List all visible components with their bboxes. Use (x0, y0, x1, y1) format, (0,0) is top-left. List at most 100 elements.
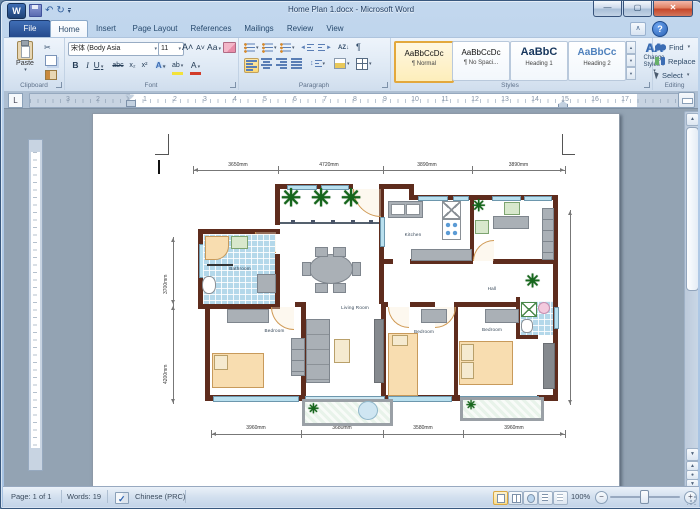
underline-button[interactable]: U (93, 59, 104, 72)
tab-view[interactable]: View (320, 20, 350, 37)
tab-insert[interactable]: Insert (88, 20, 124, 37)
window-glass (388, 396, 452, 402)
font-name-combo[interactable]: ▾宋体 (Body Asia (68, 42, 160, 56)
font-dialog-launcher[interactable] (230, 82, 236, 88)
clear-formatting-button[interactable] (223, 42, 236, 53)
grow-font-button[interactable]: A˄ (182, 41, 193, 54)
shading-button[interactable] (334, 58, 350, 69)
fullscreen-reading-view-button[interactable] (508, 491, 523, 505)
superscript-button[interactable]: x² (139, 59, 150, 72)
dresser (227, 309, 269, 323)
align-center-button[interactable] (260, 58, 273, 69)
select-button[interactable]: Select (655, 69, 689, 81)
bullets-button[interactable] (244, 42, 259, 53)
maximize-button[interactable]: ▢ (623, 1, 652, 17)
outline-view-button[interactable] (538, 491, 553, 505)
decrease-indent-button[interactable]: ◄ (300, 42, 314, 53)
shrink-font-button[interactable]: A˅ (195, 42, 206, 55)
style-heading2[interactable]: AaBbCc Heading 2 (568, 41, 626, 81)
crop-mark (562, 154, 575, 155)
copy-button[interactable] (45, 55, 57, 66)
replace-button[interactable]: Replace (655, 55, 696, 67)
tab-page-layout[interactable]: Page Layout (126, 20, 184, 37)
font-color-button[interactable]: A (190, 59, 201, 75)
horizontal-ruler[interactable]: 3211234567891011121314151617 (29, 93, 683, 108)
redo-icon[interactable]: ↻ (56, 5, 64, 17)
word-count[interactable]: Words: 19 (67, 487, 101, 506)
align-left-button[interactable] (244, 58, 259, 73)
strikethrough-button[interactable]: abc (111, 59, 125, 72)
change-case-button[interactable]: Aa (207, 41, 221, 54)
web-layout-view-button[interactable] (523, 491, 538, 505)
wall (381, 184, 409, 189)
pillow (461, 344, 474, 361)
format-painter-button[interactable] (45, 70, 57, 80)
styles-gallery-more[interactable]: ▼ (626, 67, 636, 80)
close-button[interactable]: ✕ (653, 1, 693, 17)
paste-button[interactable]: Paste (10, 41, 40, 73)
view-ruler-toggle[interactable] (678, 92, 695, 108)
zoom-out-icon[interactable]: − (595, 491, 608, 504)
undo-icon[interactable]: ↶ (45, 5, 53, 17)
clipboard-dialog-launcher[interactable] (56, 82, 62, 88)
style-normal[interactable]: AaBbCcDc ¶ Normal (394, 41, 454, 83)
tab-home[interactable]: Home (50, 20, 88, 38)
multilevel-list-button[interactable] (280, 42, 295, 53)
cut-button[interactable]: ✂ (44, 42, 51, 53)
door-arc (473, 240, 494, 261)
increase-indent-button[interactable]: ► (318, 42, 332, 53)
style-heading1[interactable]: AaBbC Heading 1 (510, 41, 568, 81)
document-page[interactable]: 3650mm 4720mm 3890mm 3890mm 3960mm 3680m… (92, 113, 620, 487)
italic-button[interactable]: I (82, 59, 93, 72)
styles-scroll-down[interactable]: ▼ (626, 54, 636, 67)
paragraph-dialog-launcher[interactable] (382, 82, 388, 88)
ribbon: Paste ✂ Clipboard ▾宋体 (Body Asia ▾11 A˄ … (4, 37, 698, 93)
tab-review[interactable]: Review (282, 20, 318, 37)
vertical-scrollbar[interactable]: ▲ ▼ ▲ ● ▼ (684, 111, 698, 487)
find-button[interactable]: Find (655, 41, 690, 53)
collapse-ribbon-icon[interactable]: ∧ (630, 22, 646, 36)
subscript-button[interactable]: x₂ (127, 59, 138, 72)
zoom-level[interactable]: 100% (571, 487, 590, 506)
proofing-status-icon[interactable] (115, 492, 129, 504)
draft-view-button[interactable] (553, 491, 568, 505)
word-logo-icon[interactable]: W (7, 3, 26, 19)
bold-button[interactable]: B (70, 59, 81, 72)
tab-references[interactable]: References (186, 20, 236, 37)
text-effects-button[interactable]: A (155, 59, 166, 72)
print-layout-view-button[interactable] (493, 491, 508, 505)
save-icon[interactable] (29, 4, 42, 17)
language-indicator[interactable]: Chinese (PRC) (135, 487, 185, 506)
resize-grip[interactable] (687, 495, 697, 505)
align-right-button[interactable] (275, 58, 288, 69)
coffee-table (334, 339, 350, 363)
scroll-up-icon[interactable]: ▲ (686, 113, 698, 126)
indent-markers[interactable] (126, 95, 135, 106)
line-spacing-button[interactable]: ↕ (310, 58, 325, 69)
scrollbar-thumb[interactable] (686, 127, 698, 291)
floor-plan[interactable]: 3650mm 4720mm 3890mm 3890mm 3960mm 3680m… (155, 132, 575, 447)
tab-mailings[interactable]: Mailings (238, 20, 280, 37)
numbering-button[interactable] (262, 42, 277, 53)
plant: ✳ (466, 399, 476, 411)
sort-button[interactable]: AZ↓ (338, 42, 349, 53)
group-editing: Find Replace Select Editing (652, 38, 697, 90)
qat-dropdown-icon[interactable]: ▾ (68, 8, 71, 16)
styles-dialog-launcher[interactable] (644, 82, 650, 88)
show-hide-pilcrow-button[interactable]: ¶ (356, 41, 361, 52)
justify-button[interactable] (290, 58, 303, 69)
window-glass (524, 196, 552, 201)
highlight-button[interactable]: ab (172, 59, 183, 75)
quick-access-toolbar: W ↶ ↻ ▾ (7, 3, 71, 18)
font-size-combo[interactable]: ▾11 (158, 42, 184, 56)
vertical-ruler[interactable] (28, 139, 43, 471)
help-icon[interactable]: ? (652, 21, 668, 37)
zoom-slider-thumb[interactable] (640, 490, 649, 504)
page-indicator[interactable]: Page: 1 of 1 (11, 487, 51, 506)
minimize-button[interactable]: — (593, 1, 622, 17)
scroll-down-icon[interactable]: ▼ (686, 448, 698, 461)
borders-button[interactable] (356, 58, 372, 69)
styles-scroll-up[interactable]: ▲ (626, 41, 636, 54)
style-no-spacing[interactable]: AaBbCcDc ¶ No Spaci... (452, 41, 510, 81)
tab-stop-selector[interactable]: L (8, 93, 23, 108)
